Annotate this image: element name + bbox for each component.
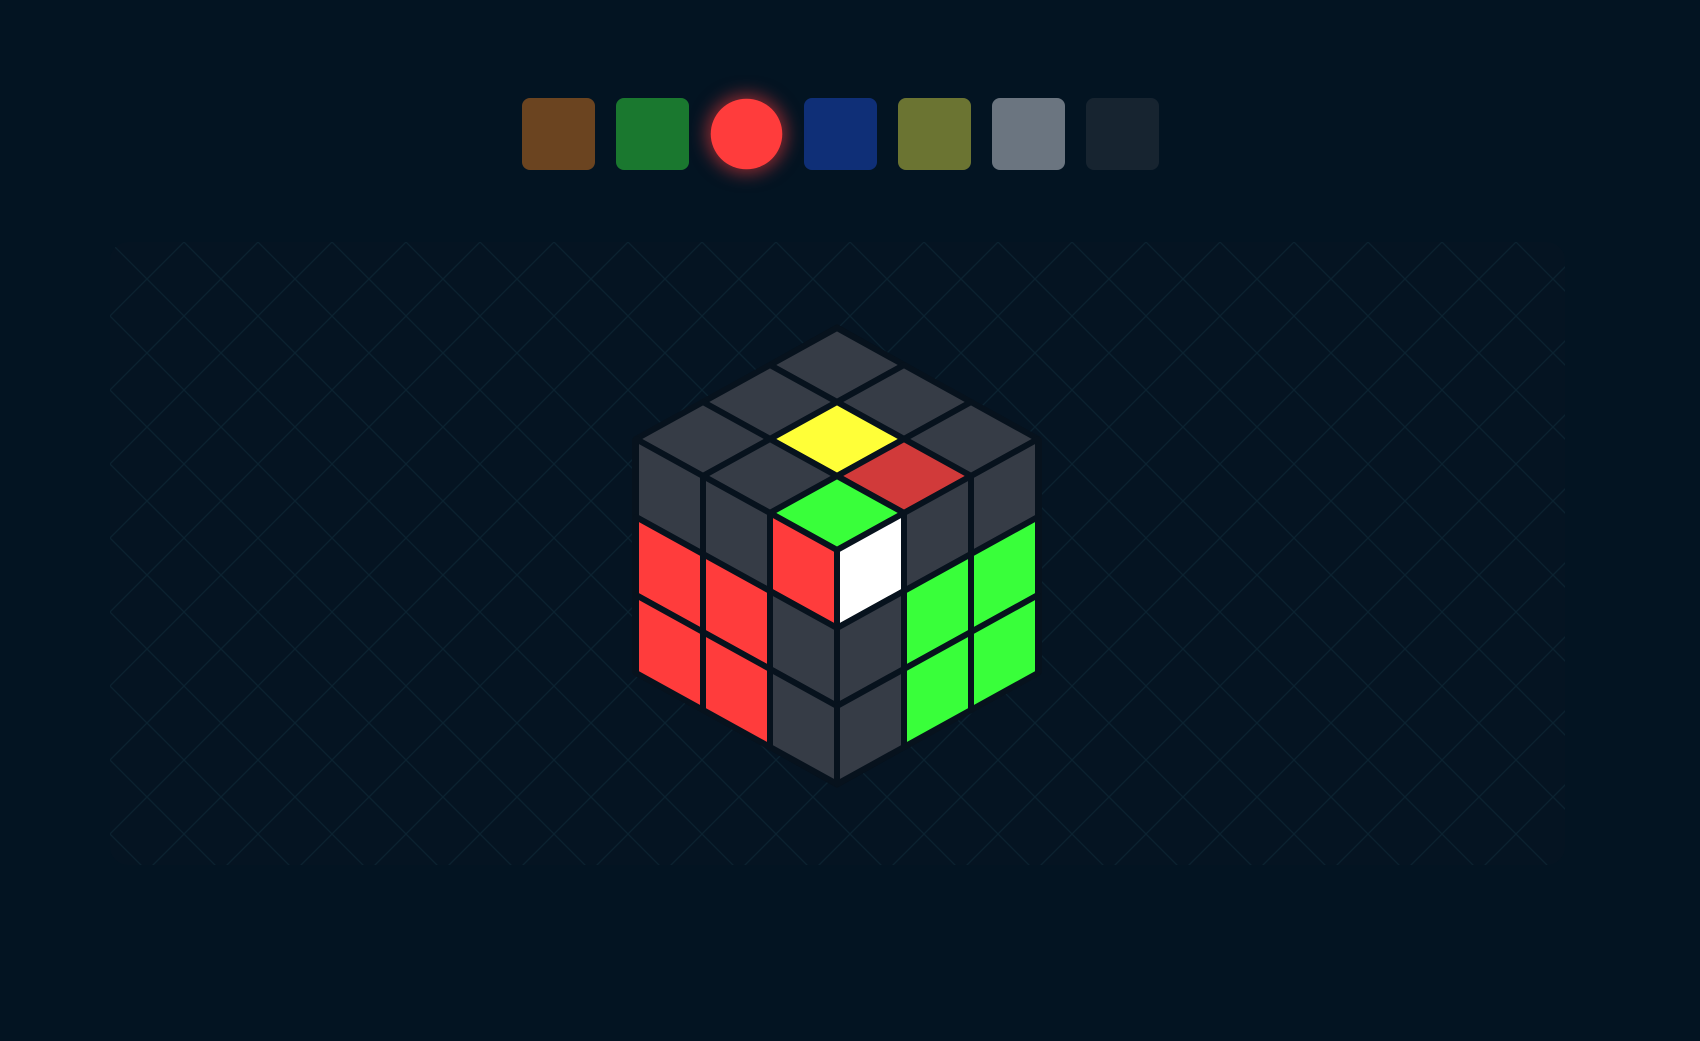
palette-swatch-white[interactable]: [992, 98, 1065, 170]
cube-canvas: [110, 242, 1565, 865]
palette-swatch-empty[interactable]: [1086, 98, 1159, 170]
palette-swatch-red[interactable]: [710, 98, 783, 170]
palette-swatch-orange[interactable]: [522, 98, 595, 170]
palette-swatch-green[interactable]: [616, 98, 689, 170]
cube-stage: [110, 242, 1565, 865]
color-palette: [522, 98, 1159, 170]
palette-swatch-yellow[interactable]: [898, 98, 971, 170]
palette-swatch-blue[interactable]: [804, 98, 877, 170]
